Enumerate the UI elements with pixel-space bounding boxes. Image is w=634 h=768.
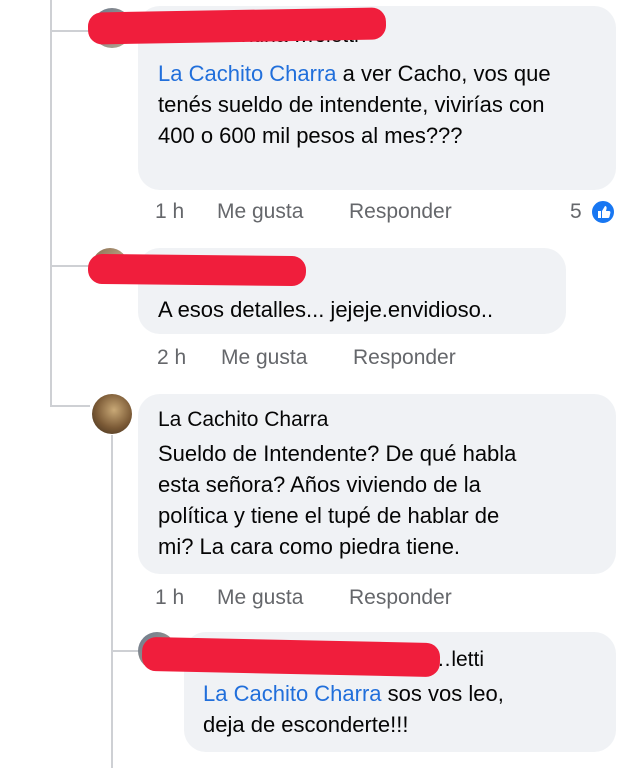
thread-branch-1 xyxy=(50,30,90,32)
comment-bubble: La Cachito Charra Sueldo de Intendente? … xyxy=(138,394,616,574)
comment-text: Sueldo de Intendente? De qué habla esta … xyxy=(158,438,608,562)
comment-text: La Cachito Charra sos vos leo, deja de e… xyxy=(203,678,603,740)
comment-actions: 1 h Me gusta Responder xyxy=(0,200,634,230)
thread-branch-3 xyxy=(50,405,90,407)
like-button[interactable]: Me gusta xyxy=(217,200,303,224)
like-button[interactable]: Me gusta xyxy=(221,346,307,370)
like-button[interactable]: Me gusta xyxy=(217,586,303,610)
timestamp[interactable]: 1 h xyxy=(155,586,184,610)
redaction-mark xyxy=(87,253,307,287)
comment-line: política y tiene el tupé de hablar de xyxy=(158,503,500,528)
comment-text: La Cachito Charra a ver Cacho, vos que t… xyxy=(158,58,578,151)
comment-text: A esos detalles... jejeje.envidioso.. xyxy=(158,297,494,322)
reply-button[interactable]: Responder xyxy=(349,200,452,224)
avatar[interactable] xyxy=(92,394,132,434)
redaction-mark xyxy=(141,636,441,678)
comment-author[interactable]: La Cachito Charra xyxy=(158,408,328,432)
thread-branch-4 xyxy=(111,650,141,652)
thread-branch-2 xyxy=(50,265,90,267)
like-reaction-icon[interactable] xyxy=(590,199,616,225)
timestamp[interactable]: 2 h xyxy=(157,346,186,370)
comment-line: Sueldo de Intendente? De qué habla xyxy=(158,441,517,466)
comment-line: esta señora? Años viviendo de la xyxy=(158,472,481,497)
comment-actions: 1 h Me gusta Responder xyxy=(0,586,634,616)
redaction-mark xyxy=(87,7,387,45)
comment-line: deja de esconderte!!! xyxy=(203,712,409,737)
timestamp[interactable]: 1 h xyxy=(155,200,184,224)
mention-link[interactable]: La Cachito Charra xyxy=(203,681,382,706)
comment-body: sos vos leo, xyxy=(381,681,504,706)
comment-actions: 2 h Me gusta Responder xyxy=(0,346,634,376)
reply-button[interactable]: Responder xyxy=(349,586,452,610)
reply-button[interactable]: Responder xyxy=(353,346,456,370)
reaction-count[interactable]: 5 xyxy=(570,200,582,224)
mention-link[interactable]: La Cachito Charra xyxy=(158,61,337,86)
comment-line: mi? La cara como piedra tiene. xyxy=(158,534,461,559)
